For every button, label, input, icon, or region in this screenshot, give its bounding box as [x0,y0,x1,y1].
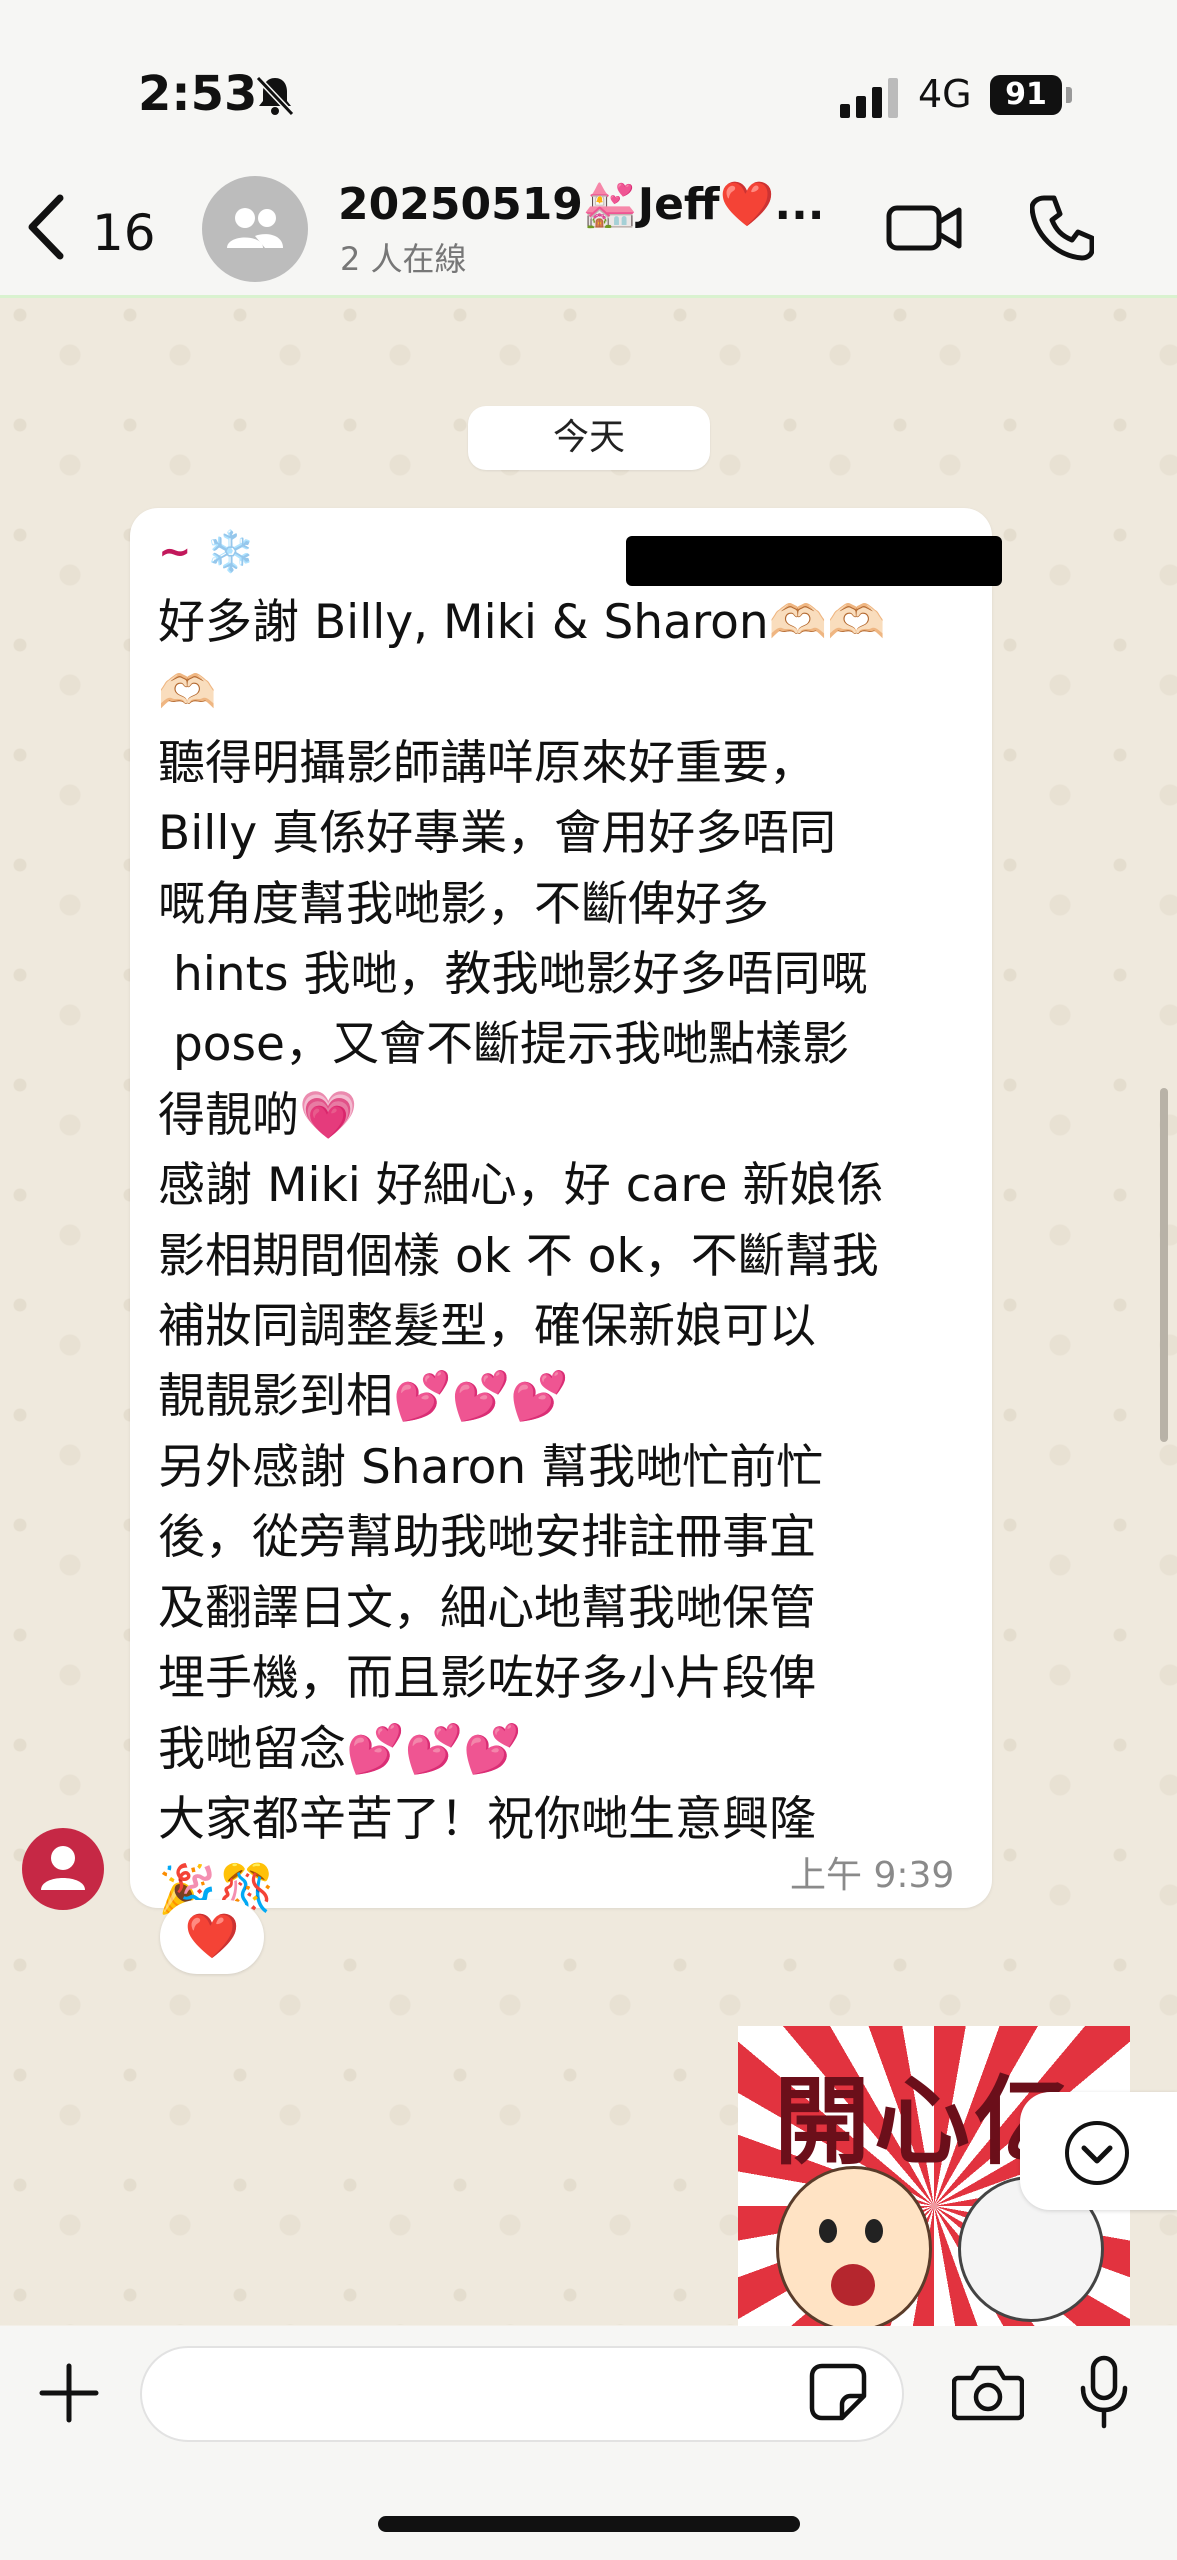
home-indicator [378,2516,800,2532]
sender-avatar[interactable] [22,1828,104,1910]
sticker-character [776,2166,932,2326]
back-unread-count[interactable]: 16 [92,204,156,262]
group-avatar-icon[interactable] [202,176,308,282]
input-bar [0,2326,1177,2560]
plus-icon[interactable] [38,2362,100,2424]
message-sender[interactable]: ~ ❄️ [158,528,255,575]
sticker-icon[interactable] [808,2362,868,2422]
scrollbar[interactable] [1160,1088,1168,1442]
chat-title[interactable]: 20250519💒Jeff❤️... [338,178,825,230]
message-input[interactable] [140,2346,904,2442]
message-reaction[interactable]: ❤️ [160,1900,264,1974]
chevron-down-icon [1065,2121,1129,2185]
message-timestamp: 上午 9:39 [790,1855,955,1896]
camera-icon[interactable] [952,2362,1024,2422]
chat-subtitle: 2 人在線 [340,240,467,278]
redacted-phone-number [626,536,1002,586]
bell-slash-icon [255,75,295,117]
battery-level: 91 [990,75,1062,115]
date-separator: 今天 [468,406,710,470]
message-text: 好多謝 Billy, Miki & Sharon🫶🏻🫶🏻 🫶🏻 聽得明攝影師講咩… [158,595,886,1918]
status-time: 2:53 [138,66,258,122]
network-type: 4G [918,72,972,116]
chevron-left-icon[interactable] [22,192,72,262]
microphone-icon[interactable] [1078,2354,1130,2430]
status-bar: 2:53 4G 91 [0,0,1177,180]
battery-tip [1066,87,1072,103]
scroll-to-bottom-button[interactable] [1020,2092,1177,2210]
signal-icon [840,78,898,118]
video-call-icon[interactable] [886,200,962,256]
chat-header: 16 20250519💒Jeff❤️... 2 人在線 [0,176,1177,298]
phone-call-icon[interactable] [1030,194,1094,262]
